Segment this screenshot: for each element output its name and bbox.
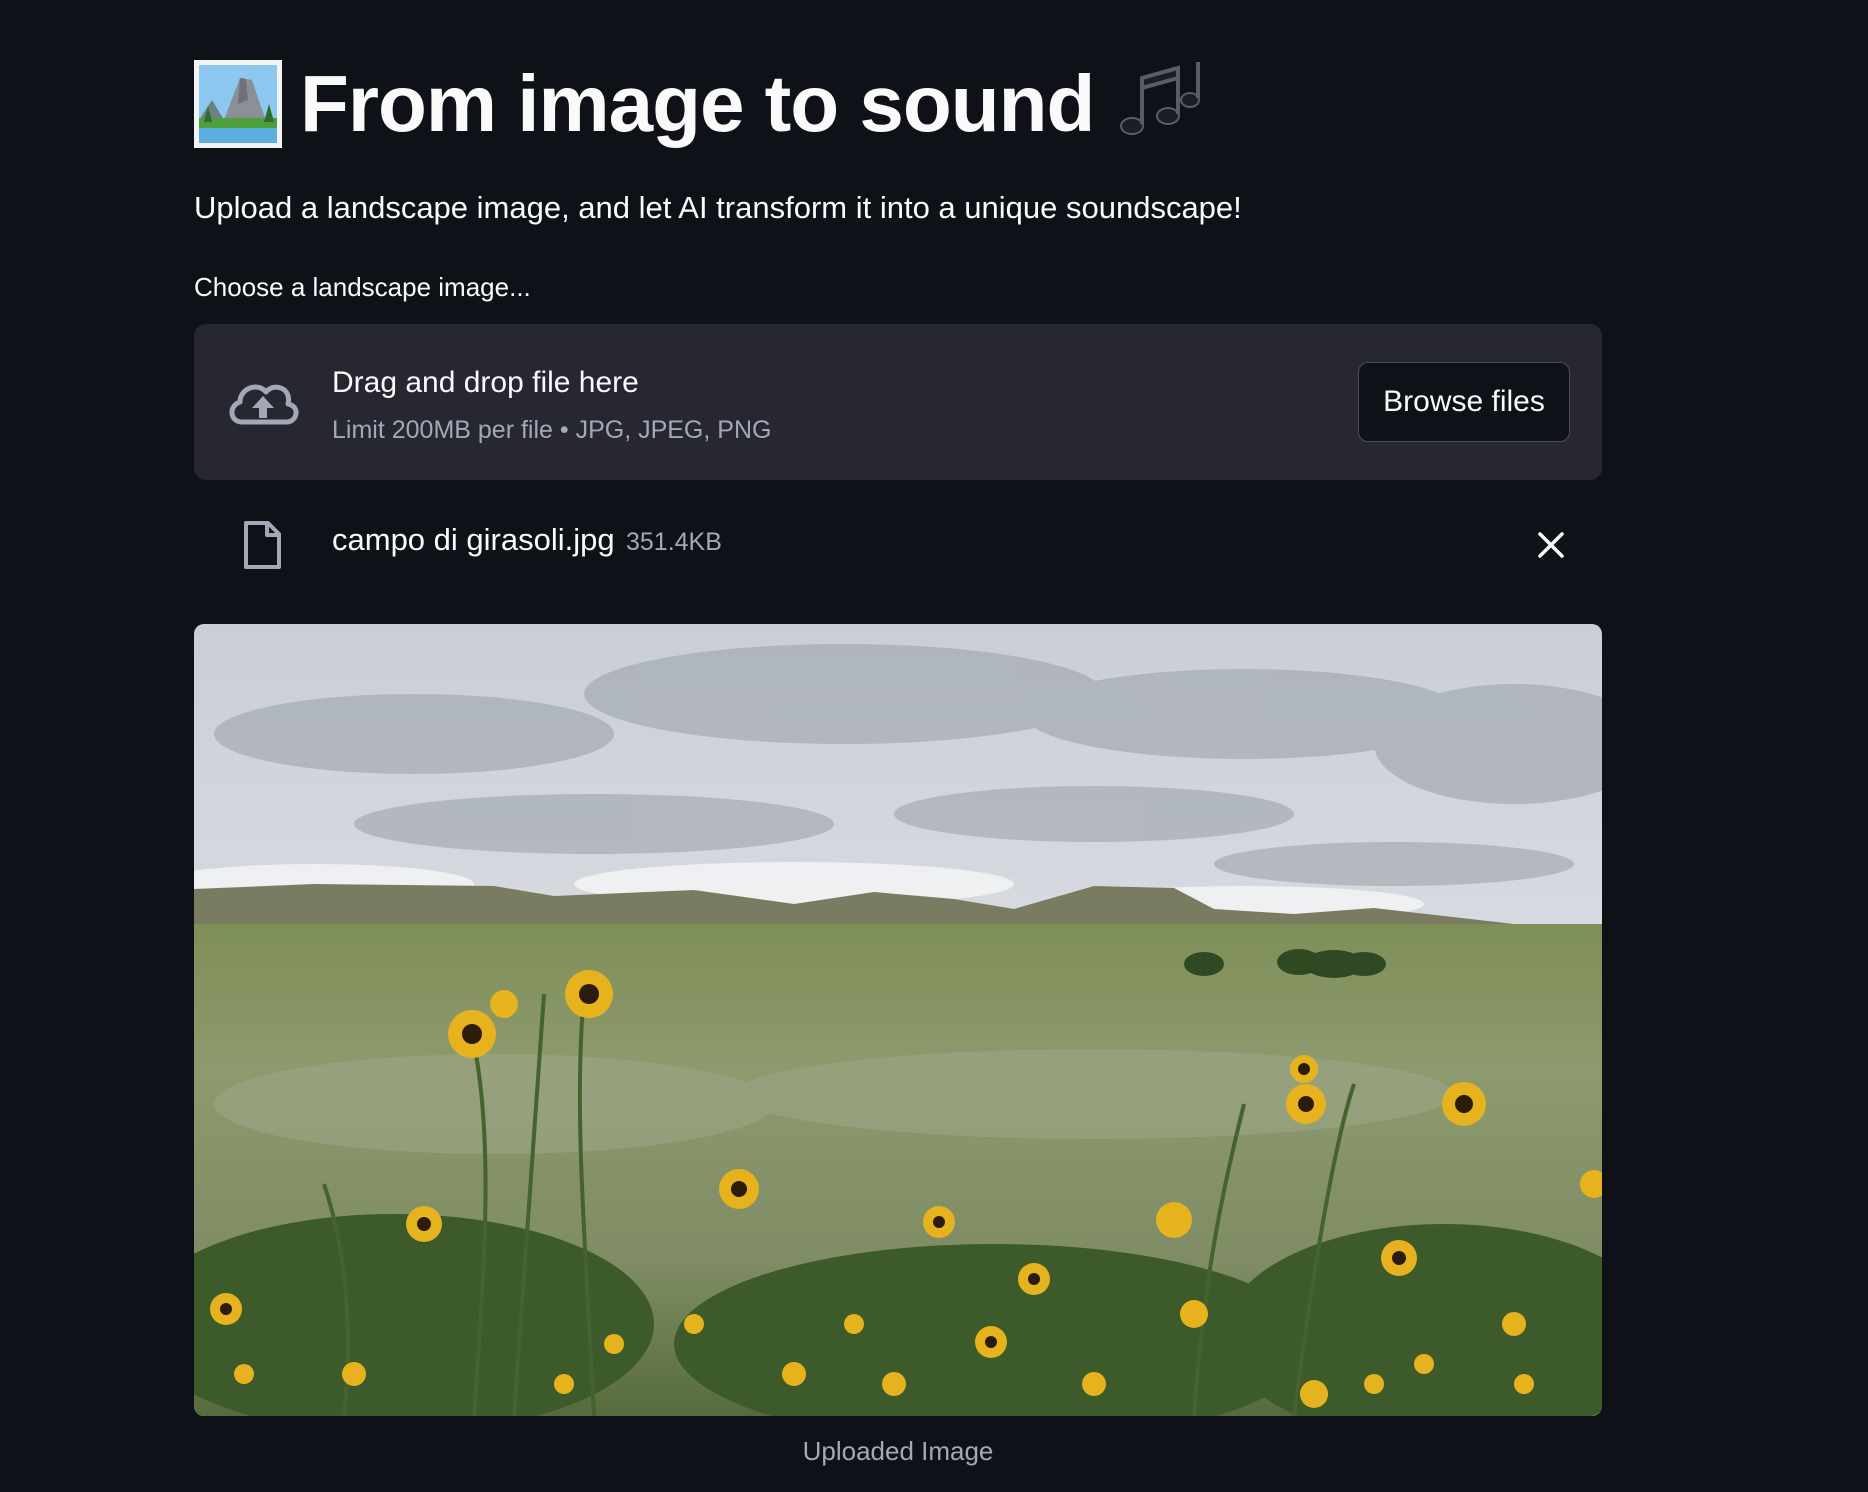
file-name: campo di girasoli.jpg — [332, 522, 615, 557]
uploaded-image — [194, 624, 1602, 1416]
app-page: From image to sound Upload a landscape i… — [0, 0, 1868, 1492]
image-caption: Uploaded Image — [802, 1436, 994, 1466]
file-icon — [244, 521, 281, 569]
landscape-photo-icon — [194, 60, 282, 148]
uploaded-file-row: campo di girasoli.jpg 351.4KB — [194, 510, 1602, 580]
close-icon[interactable] — [1534, 528, 1568, 562]
dropzone-hint: Limit 200MB per file • JPG, JPEG, PNG — [332, 416, 772, 444]
file-dropzone[interactable]: Drag and drop file here Limit 200MB per … — [194, 324, 1602, 480]
file-size: 351.4KB — [626, 528, 722, 556]
dropzone-title: Drag and drop file here — [332, 366, 639, 399]
title-row: From image to sound — [194, 54, 1206, 154]
musical-notes-icon — [1120, 62, 1201, 135]
sunflower-field-image — [194, 624, 1602, 1416]
browse-files-button[interactable]: Browse files — [1358, 362, 1570, 442]
uploader-label: Choose a landscape image... — [194, 272, 531, 302]
page-subtitle: Upload a landscape image, and let AI tra… — [194, 190, 1242, 225]
cloud-upload-icon — [229, 384, 299, 425]
page-title: From image to sound — [300, 59, 1095, 148]
